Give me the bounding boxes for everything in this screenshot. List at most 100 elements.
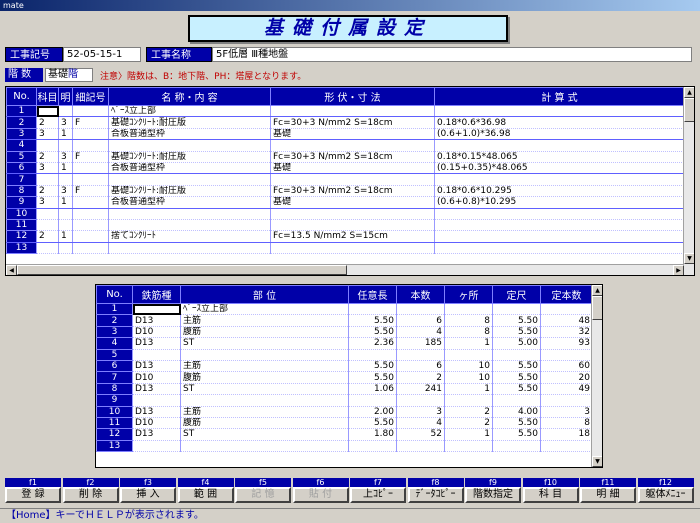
item-cell-name[interactable]: 捨てｺﾝｸﾘｰﾄ: [108, 230, 271, 243]
project-no-field[interactable]: 52-05-15-1: [63, 47, 141, 62]
rebar-cell-cnt[interactable]: 185: [396, 337, 445, 350]
item-cell-k[interactable]: 2: [36, 116, 59, 129]
rebar-cell-type[interactable]: D10: [132, 371, 181, 384]
item-cell-dim[interactable]: 基礎: [270, 196, 435, 209]
item-cell-name[interactable]: 合板普通型枠: [108, 162, 271, 175]
rebar-cell-stdn[interactable]: 49: [540, 383, 593, 396]
item-cell-k[interactable]: [36, 219, 59, 232]
rebar-cell-type[interactable]: D13: [132, 314, 181, 327]
rebar-cell-cnt[interactable]: 241: [396, 383, 445, 396]
rebar-cell-cnt[interactable]: 2: [396, 371, 445, 384]
item-cell-name[interactable]: [108, 208, 271, 220]
rebar-grid-vscroll[interactable]: ▲ ▼: [591, 285, 602, 467]
item-cell-name[interactable]: [108, 139, 271, 152]
item-cell-k[interactable]: 3: [36, 162, 59, 175]
item-row[interactable]: 2 2 3 F 基礎ｺﾝｸﾘｰﾄ:耐圧版 Fc=30+3 N/mm2 S=18cm 0.18…: [6, 116, 685, 129]
item-cell-m[interactable]: [58, 105, 73, 118]
item-cell-calc[interactable]: (0.6+0.8)*10.295: [434, 196, 685, 209]
rebar-cell-stdn[interactable]: [540, 349, 593, 361]
rebar-cell-cnt[interactable]: [396, 349, 445, 361]
fkey-f9-button[interactable]: f9 階数指定: [465, 478, 521, 503]
item-grid-hscroll[interactable]: ◀ ▶: [6, 264, 684, 275]
item-cell-s[interactable]: [72, 162, 109, 175]
item-cell-k[interactable]: [36, 105, 59, 118]
rebar-cell-part[interactable]: 主筋: [180, 314, 349, 327]
item-cell-calc[interactable]: [434, 139, 685, 152]
rebar-cell-len[interactable]: 2.00: [348, 406, 397, 418]
rebar-cell-type[interactable]: [132, 440, 181, 453]
item-grid-vscroll[interactable]: ▲ ▼: [683, 87, 694, 275]
item-cell-k[interactable]: 2: [36, 230, 59, 243]
rebar-cell-loc[interactable]: 2: [444, 406, 493, 418]
rebar-cell-len[interactable]: [348, 394, 397, 407]
rebar-cell-stdn[interactable]: 8: [540, 417, 593, 430]
rebar-cell-len[interactable]: [348, 303, 397, 316]
rebar-cell-std[interactable]: [492, 394, 541, 407]
item-grid[interactable]: No. 科目明細記号名 称・内 容形 伏・寸 法計 算 式 1 ﾍﾞｰｽ立上部 2 2 3…: [5, 86, 695, 276]
rebar-cell-std[interactable]: 4.00: [492, 406, 541, 418]
rebar-cell-type[interactable]: [132, 303, 181, 316]
item-cell-s[interactable]: F: [72, 151, 109, 163]
rebar-cell-std[interactable]: 5.50: [492, 371, 541, 384]
rebar-cell-loc[interactable]: [444, 303, 493, 316]
item-cell-name[interactable]: [108, 219, 271, 232]
item-cell-m[interactable]: 1: [58, 230, 73, 243]
item-cell-calc[interactable]: [434, 208, 685, 220]
item-row[interactable]: 10: [6, 208, 685, 220]
rebar-cell-len[interactable]: 5.50: [348, 326, 397, 339]
rebar-cell-loc[interactable]: [444, 394, 493, 407]
item-cell-s[interactable]: [72, 128, 109, 141]
rebar-cell-stdn[interactable]: 48: [540, 314, 593, 327]
fkey-f8-button[interactable]: f8 ﾃﾞｰﾀｺﾋﾟｰ: [407, 478, 464, 503]
rebar-row[interactable]: 2 D13 主筋 5.50 6 8 5.50 48: [96, 314, 593, 327]
rebar-cell-type[interactable]: D13: [132, 428, 181, 441]
rebar-cell-part[interactable]: ST: [180, 337, 349, 350]
item-cell-dim[interactable]: Fc=30+3 N/mm2 S=18cm: [270, 185, 435, 198]
rebar-cell-type[interactable]: D13: [132, 383, 181, 396]
item-cell-name[interactable]: 基礎ｺﾝｸﾘｰﾄ:耐圧版: [108, 185, 271, 198]
item-row[interactable]: 1 ﾍﾞｰｽ立上部: [6, 105, 685, 118]
item-row[interactable]: 4: [6, 139, 685, 152]
item-cell-dim[interactable]: Fc=13.5 N/mm2 S=15cm: [270, 230, 435, 243]
rebar-cell-part[interactable]: [180, 394, 349, 407]
rebar-cell-part[interactable]: [180, 349, 349, 361]
rebar-row[interactable]: 6 D13 主筋 5.50 6 10 5.50 60: [96, 360, 593, 373]
scroll-thumb[interactable]: [684, 98, 694, 122]
rebar-cell-std[interactable]: 5.50: [492, 417, 541, 430]
item-cell-calc[interactable]: (0.6+1.0)*36.98: [434, 128, 685, 141]
rebar-cell-part[interactable]: ST: [180, 428, 349, 441]
item-cell-calc[interactable]: [434, 219, 685, 232]
rebar-cell-len[interactable]: 5.50: [348, 314, 397, 327]
item-row[interactable]: 11: [6, 219, 685, 232]
rebar-row[interactable]: 11 D10 腹筋 5.50 4 2 5.50 8: [96, 417, 593, 430]
fkey-f12-button[interactable]: f12 躯体ﾒﾆｭｰ: [637, 478, 694, 503]
item-cell-s[interactable]: F: [72, 185, 109, 198]
floor-field[interactable]: 基礎階: [45, 68, 93, 82]
rebar-cell-loc[interactable]: [444, 349, 493, 361]
item-cell-s[interactable]: [72, 173, 109, 186]
rebar-cell-len[interactable]: 5.50: [348, 360, 397, 373]
rebar-row[interactable]: 8 D13 ST 1.06 241 1 5.50 49: [96, 383, 593, 396]
rebar-cell-len[interactable]: 2.36: [348, 337, 397, 350]
rebar-cell-part[interactable]: ﾍﾞｰｽ立上部: [180, 303, 349, 316]
item-cell-m[interactable]: [58, 219, 73, 232]
rebar-cell-std[interactable]: 5.50: [492, 383, 541, 396]
item-cell-k[interactable]: [36, 208, 59, 220]
item-cell-calc[interactable]: [434, 105, 685, 118]
item-cell-dim[interactable]: [270, 242, 435, 255]
item-cell-s[interactable]: [72, 230, 109, 243]
item-cell-calc[interactable]: 0.18*0.6*36.98: [434, 116, 685, 129]
rebar-row[interactable]: 4 D13 ST 2.36 185 1 5.00 93: [96, 337, 593, 350]
item-row[interactable]: 5 2 3 F 基礎ｺﾝｸﾘｰﾄ:耐圧版 Fc=30+3 N/mm2 S=18cm 0.18…: [6, 151, 685, 163]
item-cell-calc[interactable]: [434, 242, 685, 255]
item-cell-k[interactable]: 2: [36, 151, 59, 163]
rebar-cell-std[interactable]: 5.50: [492, 314, 541, 327]
rebar-cell-part[interactable]: ST: [180, 383, 349, 396]
rebar-cell-loc[interactable]: 1: [444, 337, 493, 350]
rebar-cell-part[interactable]: 主筋: [180, 360, 349, 373]
item-cell-k[interactable]: 3: [36, 196, 59, 209]
item-cell-dim[interactable]: [270, 105, 435, 118]
rebar-cell-cnt[interactable]: [396, 440, 445, 453]
rebar-cell-len[interactable]: [348, 440, 397, 453]
item-row[interactable]: 3 3 1 合板普通型枠 基礎 (0.6+1.0)*36.98: [6, 128, 685, 141]
